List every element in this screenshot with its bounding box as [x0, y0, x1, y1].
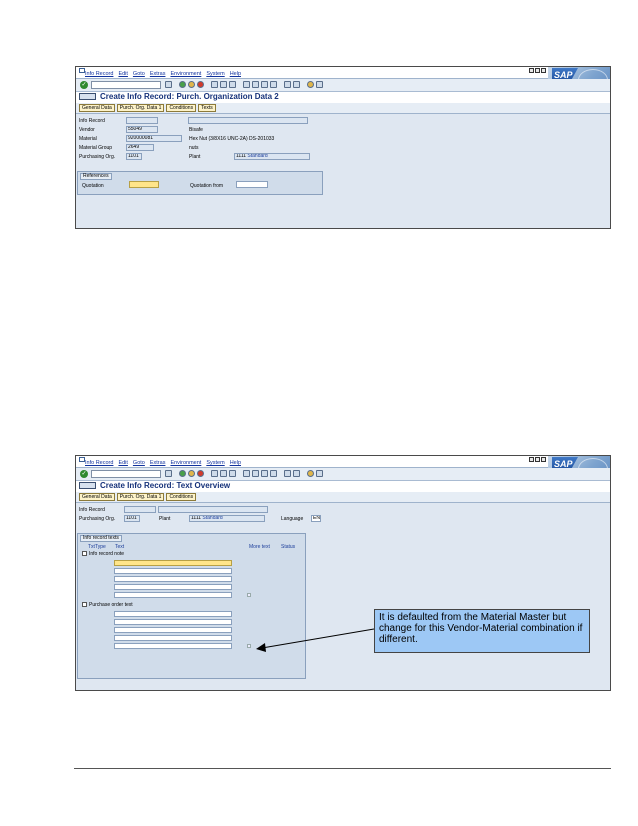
footer-divider	[74, 768, 611, 769]
page: Info Record Edit Goto Extras Environment…	[0, 0, 638, 826]
callout-arrow-icon	[256, 628, 375, 652]
